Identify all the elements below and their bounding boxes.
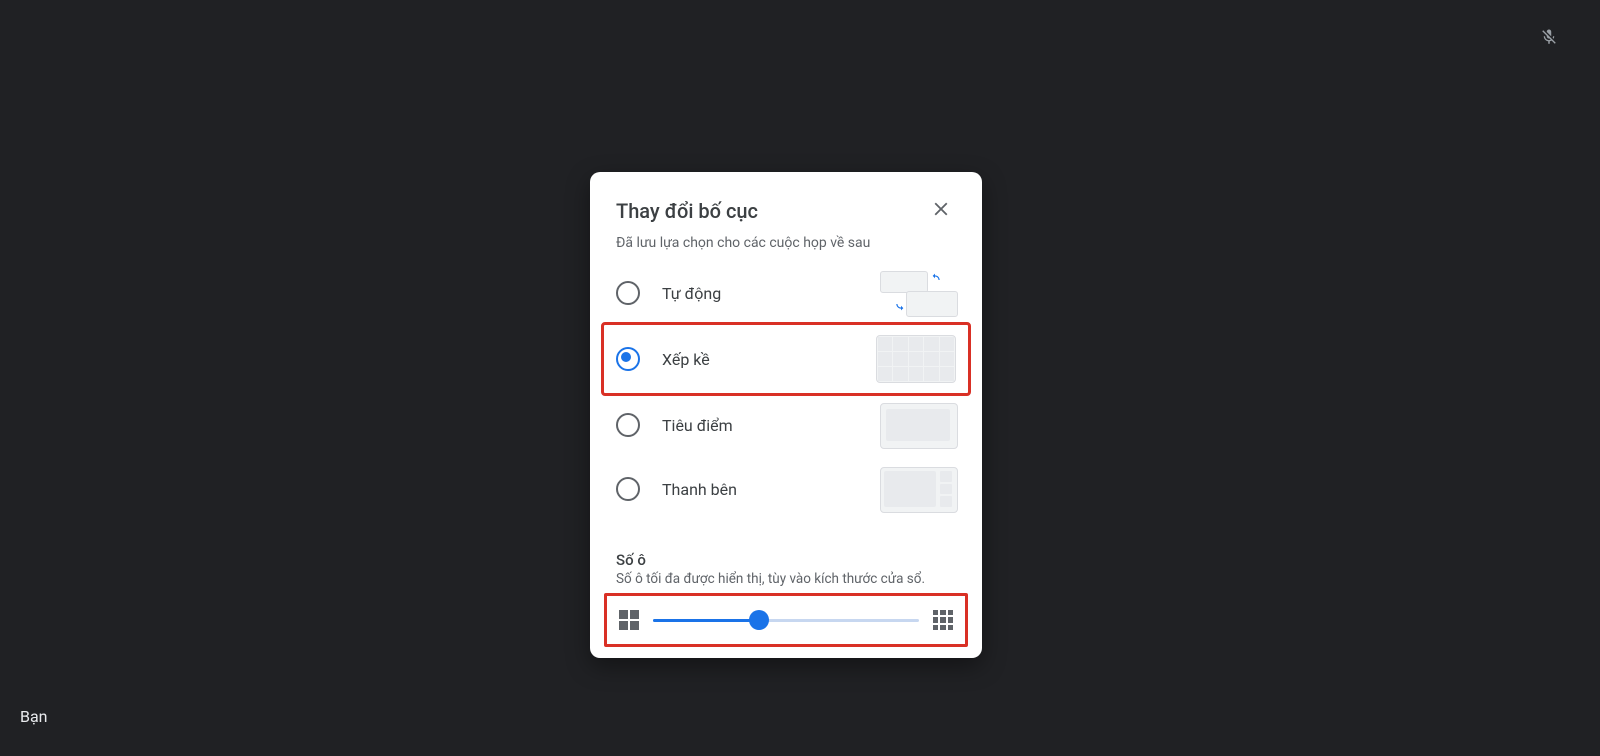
grid-2x2-icon [619, 610, 639, 630]
layout-option-auto[interactable]: Tự động [604, 261, 968, 325]
radio-spotlight[interactable] [616, 413, 640, 437]
dialog-subtitle: Đã lưu lựa chọn cho các cuộc họp về sau [590, 235, 982, 261]
dialog-title: Thay đổi bố cục [616, 199, 758, 223]
close-icon [930, 208, 952, 223]
preview-sidebar-icon [880, 467, 956, 511]
tiles-section-title: Số ô [590, 521, 982, 569]
radio-sidebar[interactable] [616, 477, 640, 501]
layout-option-sidebar[interactable]: Thanh bên [604, 457, 968, 521]
mic-off-icon [1540, 28, 1558, 50]
slider-thumb[interactable] [749, 610, 769, 630]
preview-auto-icon [880, 271, 956, 315]
layout-option-spotlight[interactable]: Tiêu điểm [604, 393, 968, 457]
dialog-header: Thay đổi bố cục [590, 172, 982, 235]
close-button[interactable] [926, 194, 956, 227]
change-layout-dialog: Thay đổi bố cục Đã lưu lựa chọn cho các … [590, 172, 982, 658]
tiles-slider[interactable] [653, 610, 919, 630]
option-label: Xếp kề [662, 350, 876, 369]
tiles-section-subtitle: Số ô tối đa được hiển thị, tùy vào kích … [590, 569, 982, 591]
layout-option-tiled[interactable]: Xếp kề [601, 322, 971, 396]
radio-tiled[interactable] [616, 347, 640, 371]
self-name-label: Bạn [20, 707, 48, 726]
radio-auto[interactable] [616, 281, 640, 305]
grid-3x3-icon [933, 610, 953, 630]
option-label: Thanh bên [662, 480, 880, 499]
layout-options: Tự động Xếp kề Tiêu điểm [590, 261, 982, 521]
preview-tiled-icon [876, 335, 956, 383]
preview-spotlight-icon [880, 403, 956, 447]
option-label: Tiêu điểm [662, 416, 880, 435]
tiles-slider-container [604, 593, 968, 647]
option-label: Tự động [662, 284, 880, 303]
slider-ticks [653, 618, 919, 623]
